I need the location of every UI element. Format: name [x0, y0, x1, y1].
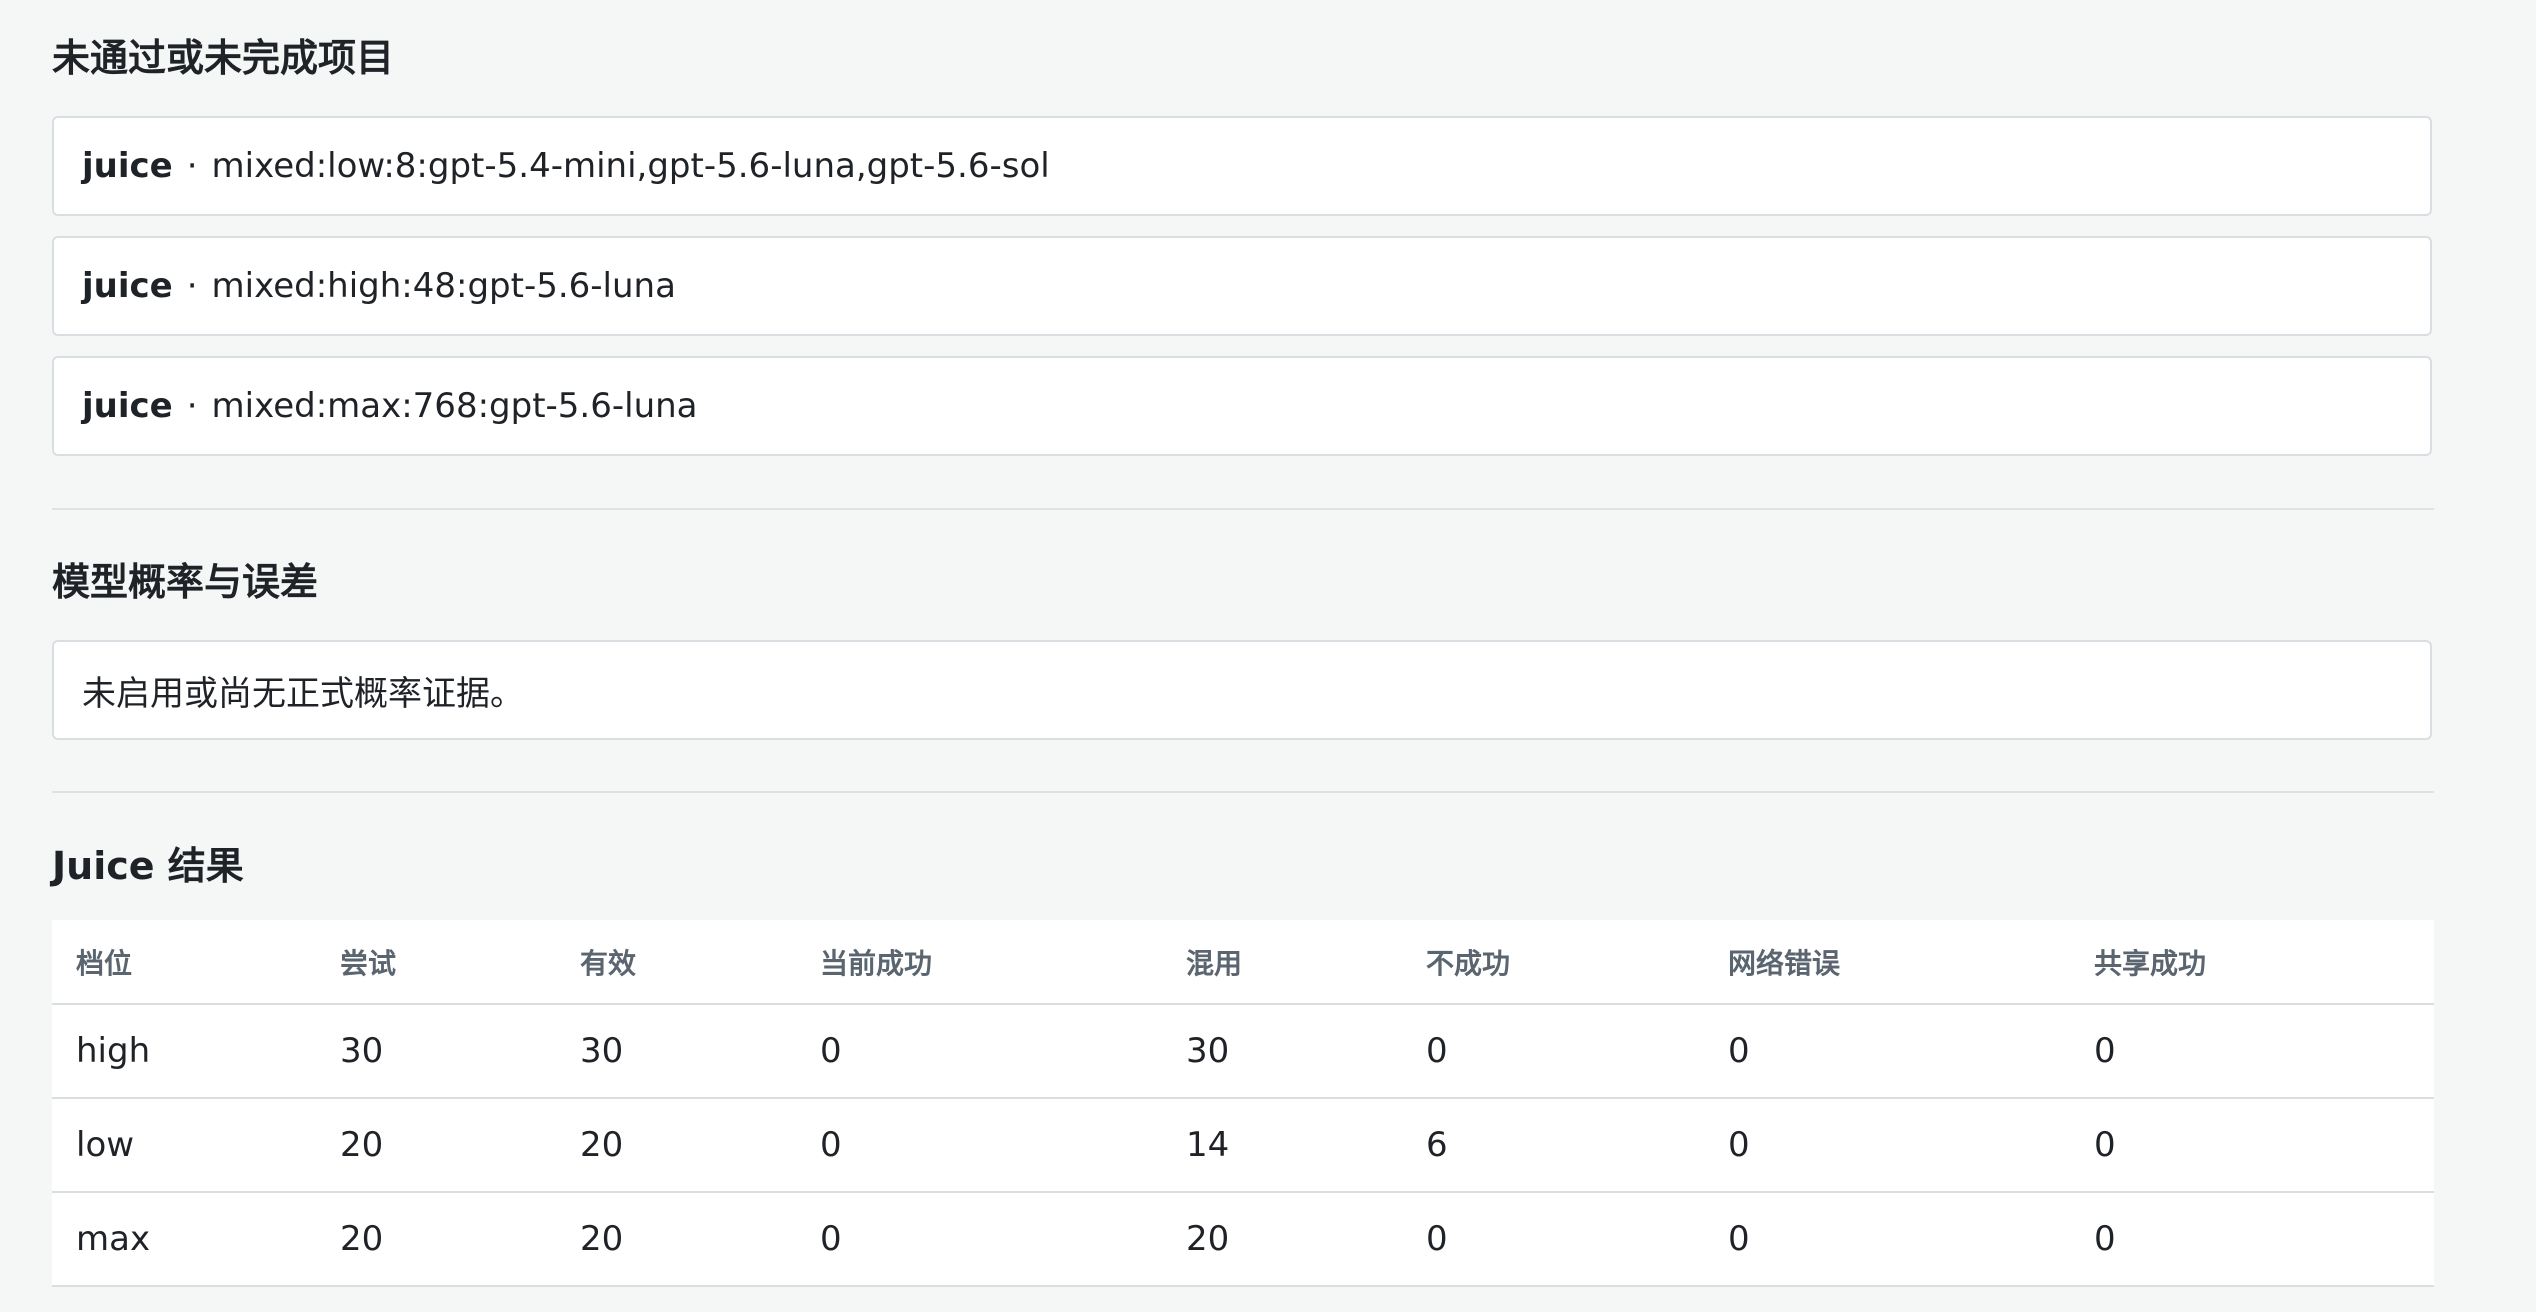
failed-item-card: juice · mixed:high:48:gpt-5.6-luna	[52, 236, 2432, 336]
table-cell: 0	[1704, 1004, 2070, 1099]
column-header-current-success: 当前成功	[796, 920, 1162, 1005]
failed-item-name: juice	[82, 266, 173, 306]
table-cell: high	[52, 1004, 316, 1099]
section-divider	[52, 791, 2434, 793]
table-header-row: 档位 尝试 有效 当前成功 混用 不成功 网络错误 共享成功	[52, 920, 2434, 1005]
table-cell: 0	[796, 1004, 1162, 1099]
table-cell: 0	[1704, 1192, 2070, 1287]
probability-section-title: 模型概率与误差	[52, 560, 319, 604]
juice-results-table: 档位 尝试 有效 当前成功 混用 不成功 网络错误 共享成功 high 30 3…	[52, 920, 2434, 1287]
juice-results-title: Juice 结果	[52, 844, 244, 888]
juice-results-table-wrap: 档位 尝试 有效 当前成功 混用 不成功 网络错误 共享成功 high 30 3…	[52, 920, 2434, 1287]
table-row: max 20 20 0 20 0 0 0	[52, 1192, 2434, 1287]
table-cell: 0	[796, 1192, 1162, 1287]
table-cell: 20	[556, 1192, 796, 1287]
table-cell: 14	[1162, 1098, 1402, 1193]
table-cell: 0	[2070, 1192, 2434, 1287]
section-divider	[52, 508, 2434, 510]
table-cell: 0	[1402, 1192, 1704, 1287]
table-cell: 30	[1162, 1004, 1402, 1099]
failed-item-separator: ·	[186, 386, 198, 426]
column-header-attempts: 尝试	[316, 920, 556, 1005]
table-row: low 20 20 0 14 6 0 0	[52, 1098, 2434, 1193]
table-cell: 30	[316, 1004, 556, 1099]
failed-item-card: juice · mixed:max:768:gpt-5.6-luna	[52, 356, 2432, 456]
probability-message-card: 未启用或尚无正式概率证据。	[52, 640, 2432, 740]
failed-item-name: juice	[82, 386, 173, 426]
probability-message: 未启用或尚无正式概率证据。	[82, 673, 524, 714]
table-row: high 30 30 0 30 0 0 0	[52, 1004, 2434, 1099]
failed-item-name: juice	[82, 146, 173, 186]
column-header-valid: 有效	[556, 920, 796, 1005]
column-header-mixed: 混用	[1162, 920, 1402, 1005]
failed-item-separator: ·	[186, 266, 198, 306]
failed-item-card: juice · mixed:low:8:gpt-5.4-mini,gpt-5.6…	[52, 116, 2432, 216]
table-cell: 0	[796, 1098, 1162, 1193]
column-header-shared-success: 共享成功	[2070, 920, 2434, 1005]
table-cell: 30	[556, 1004, 796, 1099]
failed-items-title: 未通过或未完成项目	[52, 36, 395, 80]
table-cell: 0	[2070, 1098, 2434, 1193]
table-cell: 20	[1162, 1192, 1402, 1287]
failed-item-detail: mixed:max:768:gpt-5.6-luna	[211, 386, 698, 426]
table-cell: 6	[1402, 1098, 1704, 1193]
column-header-unsuccessful: 不成功	[1402, 920, 1704, 1005]
table-cell: low	[52, 1098, 316, 1193]
table-cell: 20	[316, 1098, 556, 1193]
table-cell: max	[52, 1192, 316, 1287]
table-cell: 0	[2070, 1004, 2434, 1099]
failed-item-separator: ·	[186, 146, 198, 186]
table-cell: 20	[316, 1192, 556, 1287]
table-cell: 0	[1402, 1004, 1704, 1099]
failed-item-detail: mixed:high:48:gpt-5.6-luna	[211, 266, 676, 306]
column-header-tier: 档位	[52, 920, 316, 1005]
column-header-network-error: 网络错误	[1704, 920, 2070, 1005]
table-cell: 0	[1704, 1098, 2070, 1193]
table-cell: 20	[556, 1098, 796, 1193]
failed-item-detail: mixed:low:8:gpt-5.4-mini,gpt-5.6-luna,gp…	[211, 146, 1050, 186]
